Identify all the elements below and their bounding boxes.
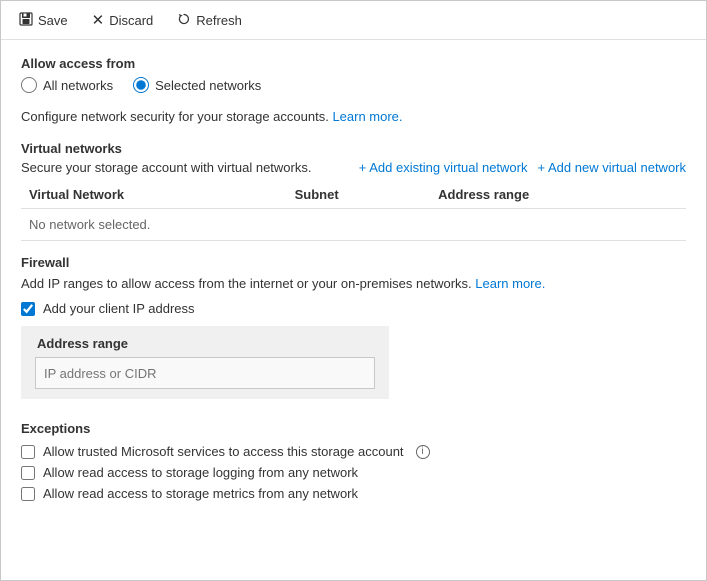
toolbar: Save ✕ Discard Refresh	[1, 1, 706, 40]
refresh-button[interactable]: Refresh	[173, 10, 246, 31]
no-network-text: No network selected.	[21, 208, 686, 240]
save-icon	[19, 12, 33, 29]
client-ip-checkbox[interactable]	[21, 302, 35, 316]
exception-info-icon-0[interactable]: i	[416, 445, 430, 459]
firewall-description: Add IP ranges to allow access from the i…	[21, 274, 686, 294]
firewall-section: Firewall Add IP ranges to allow access f…	[21, 255, 686, 404]
vnet-col-subnet: Subnet	[287, 181, 431, 209]
configure-text: Configure network security for your stor…	[21, 109, 329, 124]
all-networks-radio[interactable]	[21, 77, 37, 93]
firewall-desc-text: Add IP ranges to allow access from the i…	[21, 276, 472, 291]
refresh-label: Refresh	[196, 13, 242, 28]
vnet-title: Virtual networks	[21, 141, 686, 156]
discard-label: Discard	[109, 13, 153, 28]
all-networks-option[interactable]: All networks	[21, 77, 113, 93]
firewall-learn-more-link[interactable]: Learn more.	[475, 276, 545, 291]
exception-row-1: Allow read access to storage logging fro…	[21, 465, 686, 480]
vnet-table: Virtual Network Subnet Address range No …	[21, 181, 686, 241]
exception-label-0[interactable]: Allow trusted Microsoft services to acce…	[43, 444, 404, 459]
selected-networks-label: Selected networks	[155, 78, 261, 93]
client-ip-label[interactable]: Add your client IP address	[43, 301, 195, 316]
main-content: Allow access from All networks Selected …	[1, 40, 706, 523]
exception-label-2[interactable]: Allow read access to storage metrics fro…	[43, 486, 358, 501]
selected-networks-option[interactable]: Selected networks	[133, 77, 261, 93]
add-new-vnet-link[interactable]: + Add new virtual network	[538, 160, 687, 175]
allow-access-label: Allow access from	[21, 56, 686, 71]
configure-learn-more-link[interactable]: Learn more.	[332, 109, 402, 124]
selected-networks-radio[interactable]	[133, 77, 149, 93]
all-networks-label: All networks	[43, 78, 113, 93]
vnet-subtitle: Secure your storage account with virtual…	[21, 160, 359, 175]
exception-checkbox-2[interactable]	[21, 487, 35, 501]
vnet-col-address-range: Address range	[430, 181, 686, 209]
discard-icon: ✕	[92, 11, 105, 29]
configure-description: Configure network security for your stor…	[21, 107, 686, 127]
save-button[interactable]: Save	[15, 10, 72, 31]
exception-row-2: Allow read access to storage metrics fro…	[21, 486, 686, 501]
firewall-title: Firewall	[21, 255, 686, 270]
save-label: Save	[38, 13, 68, 28]
no-network-row: No network selected.	[21, 208, 686, 240]
address-range-block: Address range	[21, 326, 389, 399]
exception-checkbox-0[interactable]	[21, 445, 35, 459]
virtual-networks-section: Virtual networks Secure your storage acc…	[21, 141, 686, 241]
add-existing-vnet-link[interactable]: + Add existing virtual network	[359, 160, 528, 175]
exception-row-0: Allow trusted Microsoft services to acce…	[21, 444, 686, 459]
access-radio-group: All networks Selected networks	[21, 77, 686, 93]
client-ip-checkbox-row: Add your client IP address	[21, 301, 686, 316]
address-range-input[interactable]	[35, 357, 375, 389]
exception-label-1[interactable]: Allow read access to storage logging fro…	[43, 465, 358, 480]
exceptions-title: Exceptions	[21, 421, 686, 436]
discard-button[interactable]: ✕ Discard	[88, 9, 158, 31]
address-range-label: Address range	[37, 336, 375, 351]
exceptions-section: Exceptions Allow trusted Microsoft servi…	[21, 421, 686, 501]
vnet-col-virtual-network: Virtual Network	[21, 181, 287, 209]
vnet-actions: + Add existing virtual network + Add new…	[359, 160, 686, 175]
refresh-icon	[177, 12, 191, 29]
exception-checkbox-1[interactable]	[21, 466, 35, 480]
